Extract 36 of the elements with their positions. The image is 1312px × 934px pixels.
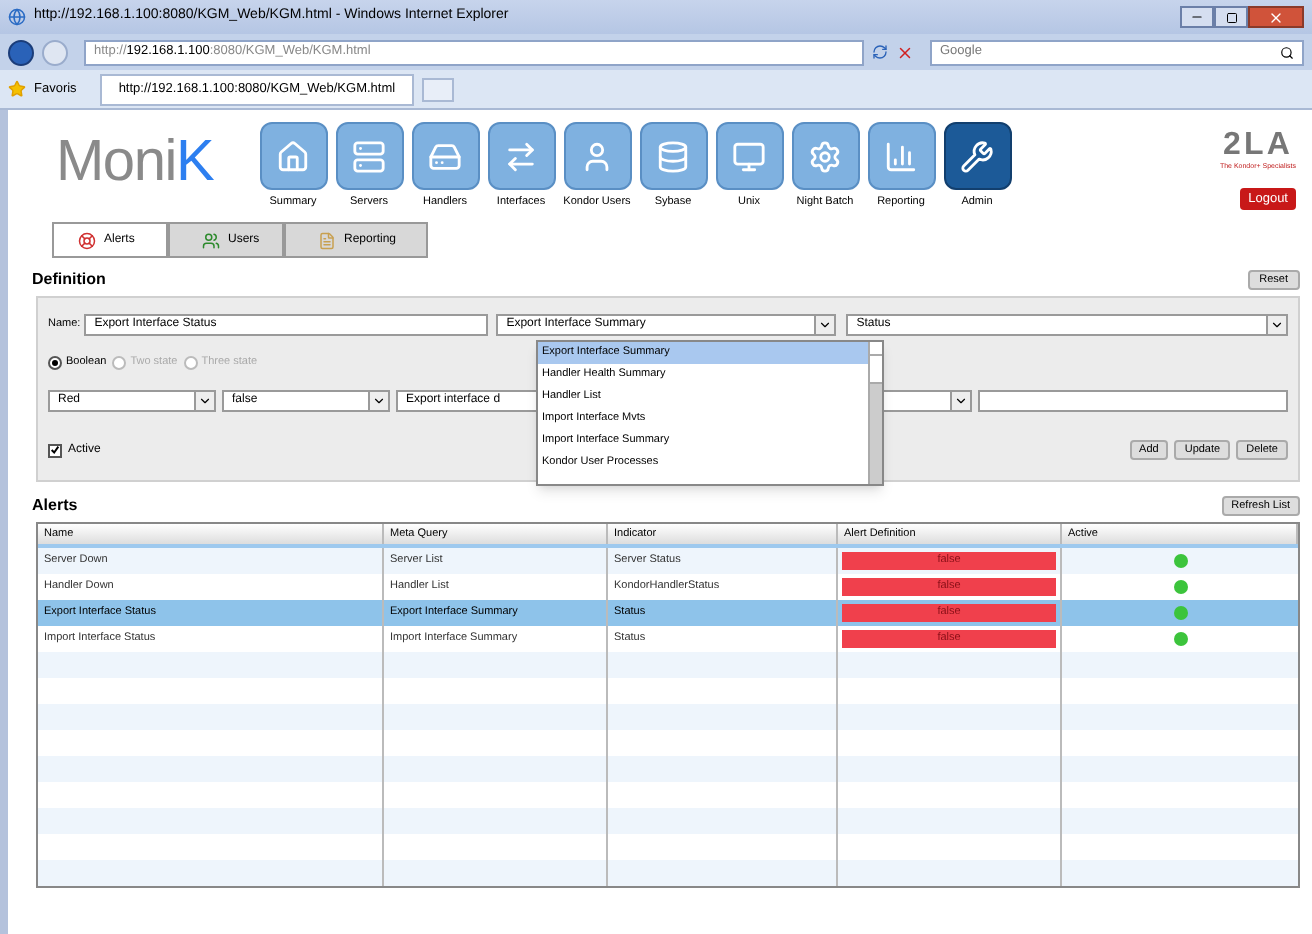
logo: MoniK <box>54 134 216 192</box>
bar-chart-icon <box>884 139 918 173</box>
minimize-icon <box>1190 10 1204 24</box>
wrench-icon <box>960 139 994 173</box>
arrows-icon <box>504 139 538 173</box>
home-icon <box>276 139 310 173</box>
database-icon <box>656 139 690 173</box>
threshold-field[interactable] <box>978 390 1288 413</box>
user-icon <box>580 139 614 173</box>
lifebuoy-icon <box>78 231 96 249</box>
search-icon[interactable] <box>1280 45 1294 59</box>
monitor-icon <box>732 139 766 173</box>
server-icon <box>428 139 462 173</box>
refresh-icon[interactable] <box>872 44 888 60</box>
scrollbar[interactable] <box>868 342 882 484</box>
minimize-button[interactable] <box>1180 6 1214 28</box>
stop-icon[interactable] <box>896 43 914 61</box>
close-button[interactable] <box>1248 6 1304 28</box>
close-icon <box>1268 9 1284 25</box>
document-icon <box>318 231 336 249</box>
back-button[interactable] <box>8 39 34 65</box>
users-icon <box>202 231 220 249</box>
maximize-button[interactable] <box>1214 6 1248 28</box>
gear-icon <box>808 139 842 173</box>
caret-icon <box>1270 318 1284 332</box>
favorites-icon <box>8 80 26 98</box>
caret-icon <box>954 394 968 409</box>
check-icon <box>50 444 60 457</box>
server-icon <box>352 139 386 173</box>
browser-icon <box>8 8 26 26</box>
section-heading: Alerts <box>32 494 78 518</box>
caret-icon <box>372 394 386 409</box>
section-heading: Definition <box>32 268 106 292</box>
caret-icon <box>818 318 833 332</box>
caret-icon <box>198 394 212 409</box>
maximize-icon <box>1225 11 1237 23</box>
